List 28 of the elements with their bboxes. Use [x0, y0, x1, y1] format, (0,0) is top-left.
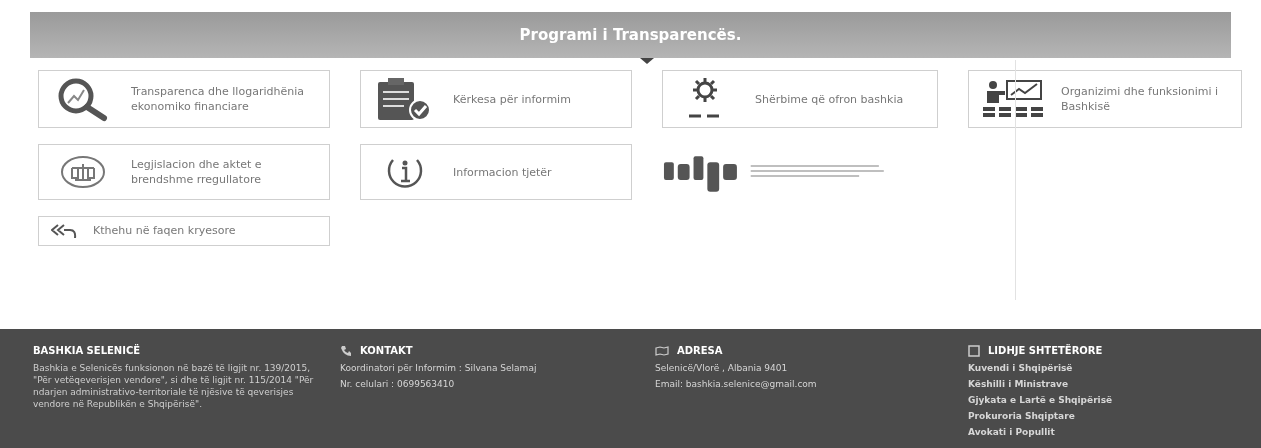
footer-link[interactable]: Prokuroria Shqiptare — [968, 410, 1228, 422]
footer-heading: LIDHJE SHTETËRORE — [988, 343, 1103, 358]
scales-icon — [60, 154, 106, 190]
footer-link[interactable]: Gjykata e Lartë e Shqipërisë — [968, 394, 1228, 406]
category-card[interactable]: Transparenca dhe llogaridhënia ekonomiko financiare — [38, 70, 330, 128]
presentation-icon — [981, 79, 1045, 119]
category-card[interactable]: Kërkesa për informim — [360, 70, 632, 128]
back-link[interactable]: Kthehu në faqen kryesore — [38, 216, 330, 246]
footer-heading: BASHKIA SELENICË — [33, 343, 141, 358]
double-reply-icon — [51, 223, 77, 239]
category-card[interactable]: Organizimi dhe funksionimi i Bashkisë — [968, 70, 1242, 128]
map-icon — [655, 345, 669, 356]
footer-heading: ADRESA — [677, 344, 723, 358]
footer-link[interactable]: Avokati i Popullit — [968, 426, 1228, 438]
footer-link[interactable]: Këshilli i Ministrave — [968, 378, 1228, 390]
footer-text: Nr. celulari : 0699563410 — [340, 378, 456, 390]
category-card[interactable]: Shërbime që ofron bashkia — [662, 70, 938, 128]
footer-text: Selenicë/Vlorë , Albania 9401 — [655, 362, 789, 374]
banner-title: Programi i Transparencës. — [519, 24, 742, 46]
category-card[interactable]: Informacion tjetër — [360, 144, 632, 200]
phone-icon — [340, 344, 352, 357]
footer-heading: KONTAKT — [360, 344, 413, 358]
footer-link[interactable]: Kuvendi i Shqipërisë — [968, 362, 1228, 374]
pointer-icon — [640, 58, 654, 64]
footer-text: Email: bashkia.selenice@gmail.com — [655, 378, 818, 390]
footer-text: Koordinatori për Informim : Silvana Selamaj — [340, 362, 538, 374]
category-card[interactable]: Legjislacion dhe aktet e brendshme rregullatore — [38, 144, 330, 200]
footer-paragraph: Bashkia e Selenicës funksionon në bazë të ligjit nr. 139/2015, "Për vetëqeverisjen vendore", si dhe të ligjit nr. 115/2014 "Për ndarjen administrativo-territoriale të njësive të qeverisjes vendore në Republikën e Shqipërisë". — [33, 362, 315, 410]
